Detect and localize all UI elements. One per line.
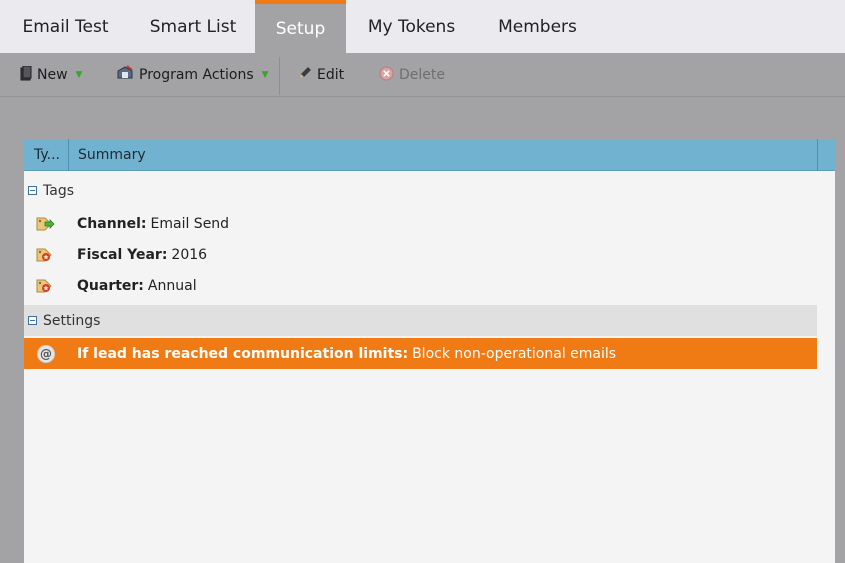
row-text: Quarter: Annual xyxy=(77,270,197,301)
tab-members[interactable]: Members xyxy=(477,0,598,53)
tab-label: Members xyxy=(498,16,577,37)
pencil-icon xyxy=(298,66,312,84)
row-text: Channel: Email Send xyxy=(77,208,229,239)
group-label: Tags xyxy=(43,182,74,199)
new-document-icon xyxy=(20,65,32,85)
toolbar-divider xyxy=(279,57,280,95)
header-label: Ty... xyxy=(34,147,61,163)
row-value: 2016 xyxy=(171,246,208,263)
row-key: If lead has reached communication limits… xyxy=(77,345,409,362)
dropdown-arrow-icon: ▼ xyxy=(75,70,83,80)
tab-label: Email Test xyxy=(22,16,109,37)
at-icon: @ xyxy=(37,345,55,363)
new-label: New xyxy=(37,67,68,83)
list-item[interactable]: Quarter: Annual xyxy=(24,270,817,301)
toolbar: New ▼ Program Actions ▼ Edit Delete xyxy=(0,53,845,97)
list-item[interactable]: @ If lead has reached communication limi… xyxy=(24,338,817,369)
tab-smart-list[interactable]: Smart List xyxy=(131,0,255,53)
list-item[interactable]: Channel: Email Send xyxy=(24,208,817,239)
row-key: Quarter: xyxy=(77,277,144,294)
tab-label: Setup xyxy=(275,18,326,39)
collapse-icon[interactable] xyxy=(28,316,37,325)
tab-label: Smart List xyxy=(149,16,237,37)
row-text: If lead has reached communication limits… xyxy=(77,338,616,369)
list-item[interactable]: Fiscal Year: 2016 xyxy=(24,239,817,270)
dropdown-arrow-icon: ▼ xyxy=(261,70,269,80)
group-label: Settings xyxy=(43,312,101,329)
row-value: Annual xyxy=(147,277,197,294)
group-settings[interactable]: Settings xyxy=(24,305,817,336)
tab-setup[interactable]: Setup xyxy=(255,0,346,53)
delete-button[interactable]: Delete xyxy=(379,53,445,97)
program-actions-button[interactable]: Program Actions ▼ xyxy=(116,53,269,97)
program-actions-label: Program Actions xyxy=(139,67,254,83)
new-button[interactable]: New ▼ xyxy=(20,53,82,97)
header-label: Summary xyxy=(78,147,146,163)
delete-icon xyxy=(379,66,394,85)
tag-star-icon xyxy=(36,246,56,264)
tab-label: My Tokens xyxy=(367,16,456,37)
edit-button[interactable]: Edit xyxy=(298,53,344,97)
tag-star-icon xyxy=(36,277,56,295)
row-value: Block non-operational emails xyxy=(412,345,617,362)
delete-label: Delete xyxy=(399,67,445,83)
tab-my-tokens[interactable]: My Tokens xyxy=(346,0,477,53)
tab-email-test[interactable]: Email Test xyxy=(0,0,131,53)
row-text: Fiscal Year: 2016 xyxy=(77,239,207,270)
row-key: Fiscal Year: xyxy=(77,246,168,263)
group-tags[interactable]: Tags xyxy=(24,175,817,206)
table-header: Ty... Summary xyxy=(24,139,835,171)
column-header-summary[interactable]: Summary xyxy=(78,139,146,171)
column-divider[interactable] xyxy=(817,139,818,171)
column-header-type[interactable]: Ty... xyxy=(34,139,60,171)
setup-panel: Ty... Summary Tags Channel: Email Send F… xyxy=(24,139,835,563)
column-divider[interactable] xyxy=(68,139,69,171)
tab-bar: Email Test Smart List Setup My Tokens Me… xyxy=(0,0,845,53)
program-actions-icon xyxy=(116,65,134,85)
edit-label: Edit xyxy=(317,67,345,83)
tag-arrow-icon xyxy=(36,215,56,233)
collapse-icon[interactable] xyxy=(28,186,37,195)
row-value: Email Send xyxy=(150,215,230,232)
row-key: Channel: xyxy=(77,215,147,232)
